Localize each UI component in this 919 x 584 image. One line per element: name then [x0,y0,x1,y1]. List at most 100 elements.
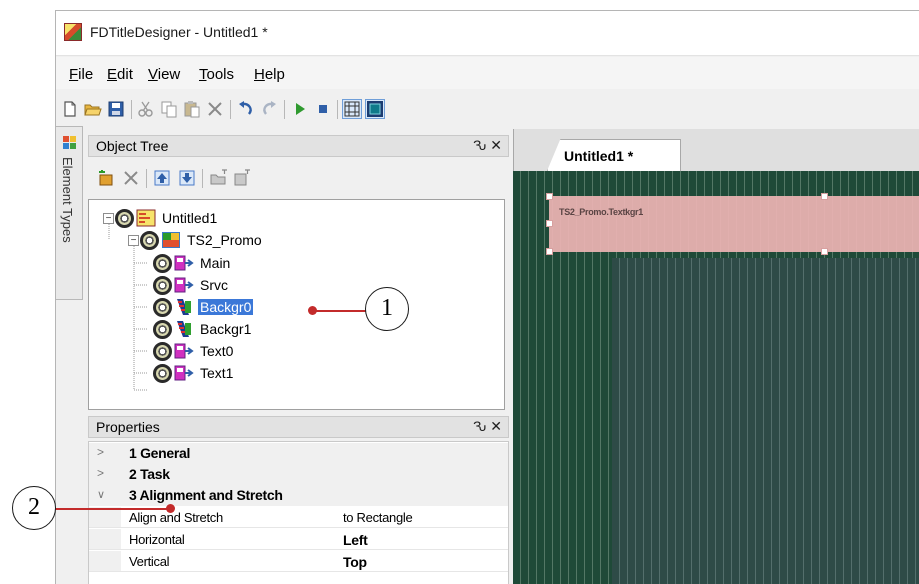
visibility-eye-icon[interactable] [153,341,172,361]
properties-grid: > 1 General > 2 Task ∨ 3 Alignment and S… [88,441,509,584]
resize-handle[interactable] [546,220,553,227]
category-alignment[interactable]: ∨ 3 Alignment and Stretch [89,485,508,506]
visibility-eye-icon[interactable] [153,319,172,339]
object-tree-pin-close[interactable]: Ԅ ✕ [473,137,502,154]
app-window: FDTitleDesigner - Untitled1 * File Edit … [55,10,919,584]
redo-icon[interactable] [259,99,279,119]
chevron-right-icon[interactable]: > [97,445,104,459]
callout-2: 2 [12,486,56,530]
import-icon[interactable] [209,168,229,188]
selected-element-rect[interactable]: TS2_Promo.Textkgr1 [546,193,919,255]
property-value[interactable]: Left [343,532,368,548]
new-document-icon[interactable] [60,99,80,119]
category-label: 1 General [129,445,191,461]
object-tree-toolbar [88,157,509,199]
tree-node-label: Backgr1 [200,321,252,337]
visibility-eye-icon[interactable] [153,253,172,273]
visibility-eye-icon[interactable] [153,297,172,317]
resize-handle[interactable] [821,248,828,255]
menu-help[interactable]: Help [254,66,285,83]
tree-node-label: Text0 [200,343,234,359]
safe-area-icon[interactable] [365,99,385,119]
move-down-icon[interactable] [177,168,197,188]
callout-2-dot [166,504,175,513]
property-row-align-stretch[interactable]: Align and Stretch to Rectangle [89,507,508,528]
tree-node-ts2-promo[interactable]: − TS2_Promo [128,229,264,251]
design-canvas[interactable]: TS2_Promo.Textkgr1 [513,171,919,584]
menu-view[interactable]: View [148,66,180,83]
chevron-down-icon[interactable]: ∨ [97,488,105,501]
tree-node-label: TS2_Promo [187,232,262,248]
element-label: TS2_Promo.Textkgr1 [559,207,643,217]
visibility-eye-icon[interactable] [140,230,159,250]
tree-node-label-selected: Backgr0 [198,299,254,315]
visibility-eye-icon[interactable] [153,363,172,383]
play-icon[interactable] [290,99,310,119]
resize-handle[interactable] [821,193,828,200]
tree-node-backgr1[interactable]: Backgr1 [153,318,253,340]
document-tab-untitled1[interactable]: Untitled1 * [547,139,681,171]
menu-file[interactable]: File [69,66,93,83]
tree-node-text0[interactable]: Text0 [153,340,235,362]
visibility-eye-icon[interactable] [115,208,134,228]
tree-node-label: Srvc [200,277,228,293]
property-row-horizontal[interactable]: Horizontal Left [89,529,508,550]
copy-icon[interactable] [159,99,179,119]
grid-icon[interactable] [342,99,362,119]
callout-1-dot [308,306,317,315]
category-general[interactable]: > 1 General [89,443,508,464]
menu-edit[interactable]: Edit [107,66,133,83]
callout-1-line [313,310,366,312]
title-bar: FDTitleDesigner - Untitled1 * [56,11,919,56]
tree-node-label: Text1 [200,365,234,381]
element-types-label: Element Types [60,157,75,243]
remove-node-icon[interactable] [121,168,141,188]
property-name: Horizontal [129,532,185,547]
properties-header: Properties Ԅ ✕ [88,416,509,438]
element-icon [174,343,194,359]
stop-icon[interactable] [313,99,333,119]
collapse-icon[interactable]: − [128,234,139,246]
export-icon[interactable] [232,168,252,188]
property-row-vertical[interactable]: Vertical Top [89,551,508,572]
chevron-right-icon[interactable]: > [97,466,104,480]
category-task[interactable]: > 2 Task [89,464,508,485]
property-value[interactable]: Top [343,554,367,570]
main-toolbar [56,89,919,129]
collapse-icon[interactable]: − [103,212,114,224]
callout-1: 1 [365,287,409,331]
save-icon[interactable] [106,99,126,119]
add-node-icon[interactable] [96,168,116,188]
property-value[interactable]: to Rectangle [343,510,413,525]
document-tab-strip: Untitled1 * [513,129,919,171]
move-up-icon[interactable] [152,168,172,188]
menu-tools[interactable]: Tools [199,66,234,83]
safe-zone [612,258,919,584]
property-name: Vertical [129,554,170,569]
visibility-eye-icon[interactable] [153,275,172,295]
paste-icon[interactable] [182,99,202,119]
tree-node-text1[interactable]: Text1 [153,362,235,384]
undo-icon[interactable] [236,99,256,119]
app-logo-icon [64,23,82,41]
category-label: 3 Alignment and Stretch [129,487,283,503]
cut-icon[interactable] [136,99,156,119]
resize-handle[interactable] [546,193,553,200]
tree-node-srvc[interactable]: Srvc [153,274,230,296]
element-types-tab[interactable]: Element Types [56,126,83,300]
delete-icon[interactable] [205,99,225,119]
tree-node-backgr0[interactable]: Backgr0 [153,296,254,318]
tree-node-label: Main [200,255,231,271]
open-folder-icon[interactable] [83,99,103,119]
tree-node-main[interactable]: Main [153,252,232,274]
element-icon [174,365,194,381]
property-name: Align and Stretch [129,510,223,525]
filmstrip-icon [177,299,191,315]
object-tree-title: Object Tree [96,138,169,154]
category-label: 2 Task [129,466,170,482]
resize-handle[interactable] [546,248,553,255]
tree-node-untitled1[interactable]: − Untitled1 [103,207,219,229]
filmstrip-icon [177,321,191,337]
properties-pin-close[interactable]: Ԅ ✕ [473,418,502,435]
object-tree: − Untitled1 − TS2_Promo Main Srvc Backgr… [88,199,505,410]
